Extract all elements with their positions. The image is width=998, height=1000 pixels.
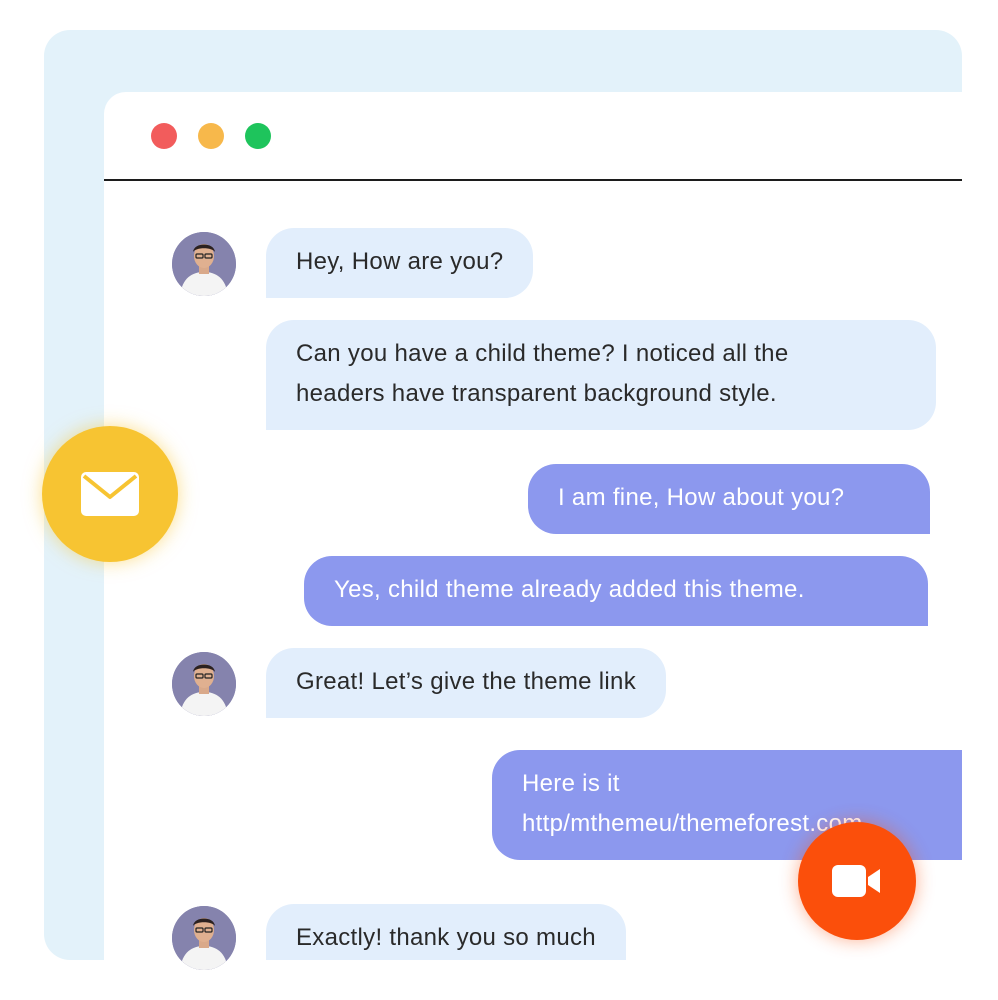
avatar — [172, 906, 236, 970]
message-line: headers have transparent background styl… — [296, 380, 777, 407]
close-window-button[interactable] — [151, 123, 177, 149]
message-bubble-incoming: Exactly! thank you so much — [266, 904, 626, 960]
maximize-window-button[interactable] — [245, 123, 271, 149]
mail-button[interactable] — [42, 426, 178, 562]
message-bubble-outgoing: Yes, child theme already added this them… — [304, 556, 928, 626]
message-line: Can you have a child theme? I noticed al… — [296, 340, 789, 367]
avatar — [172, 652, 236, 716]
avatar — [172, 232, 236, 296]
message-bubble-incoming: Great! Let’s give the theme link — [266, 648, 666, 718]
video-camera-icon — [832, 865, 880, 897]
window-titlebar — [104, 92, 962, 181]
message-bubble-outgoing: I am fine, How about you? — [528, 464, 930, 534]
message-bubble-incoming: Hey, How are you? — [266, 228, 534, 298]
minimize-window-button[interactable] — [198, 123, 224, 149]
envelope-icon — [81, 472, 139, 516]
video-call-button[interactable] — [798, 822, 916, 940]
message-bubble-incoming: Can you have a child theme? I noticed al… — [266, 320, 936, 430]
message-line: Here is it — [522, 770, 620, 797]
